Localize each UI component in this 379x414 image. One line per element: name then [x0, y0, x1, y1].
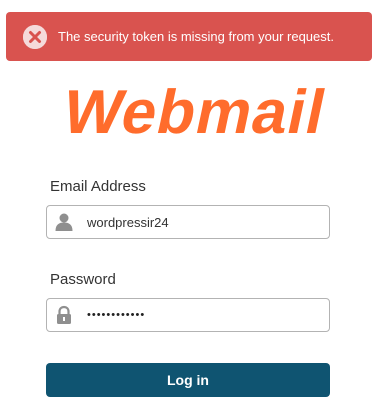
email-label: Email Address — [50, 178, 146, 195]
webmail-logo: Webmail — [57, 78, 333, 147]
password-label: Password — [50, 271, 116, 288]
email-input[interactable] — [87, 206, 323, 238]
alert-message: The security token is missing from your … — [58, 29, 334, 44]
password-field[interactable]: •••••••••••• — [46, 298, 330, 332]
logo-text: Webmail — [57, 78, 333, 147]
lock-icon — [54, 305, 74, 325]
email-field[interactable] — [46, 205, 330, 239]
user-icon — [54, 212, 74, 232]
error-alert: The security token is missing from your … — [6, 12, 372, 61]
password-input[interactable]: •••••••••••• — [87, 308, 145, 322]
login-page: The security token is missing from your … — [0, 0, 379, 414]
close-circle-icon — [23, 25, 47, 49]
login-button[interactable]: Log in — [46, 363, 330, 397]
